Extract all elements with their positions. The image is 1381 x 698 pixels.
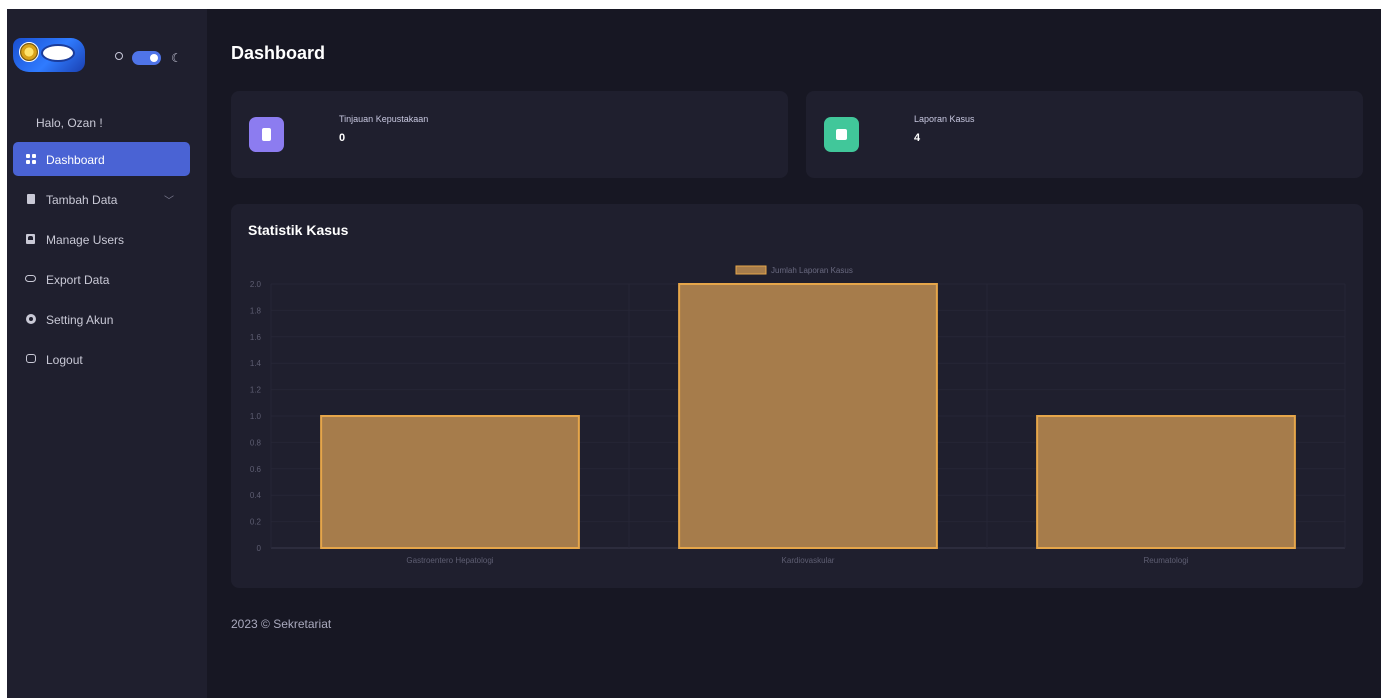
- stat-card-tinjauan-kepustakaan: Tinjauan Kepustakaan 0: [231, 91, 788, 178]
- sidebar-item-setting-akun[interactable]: Setting Akun: [13, 302, 190, 336]
- app-window: ☾ Halo, Ozan ! Dashboard Tambah Data ﹀ M…: [7, 9, 1381, 698]
- y-tick-label: 0.8: [250, 438, 262, 447]
- stat-value: 4: [914, 132, 921, 144]
- y-tick-label: 1.4: [250, 359, 262, 368]
- theme-switch[interactable]: [132, 51, 161, 65]
- y-tick-label: 2.0: [250, 280, 262, 289]
- sidebar: ☾ Halo, Ozan ! Dashboard Tambah Data ﹀ M…: [7, 9, 207, 698]
- dashboard-icon: [25, 153, 36, 164]
- sidebar-item-export-data[interactable]: Export Data: [13, 262, 190, 296]
- y-tick-label: 0: [257, 544, 262, 553]
- sidebar-item-label: Export Data: [46, 273, 110, 287]
- x-tick-label: Kardiovaskular: [782, 556, 835, 565]
- sidebar-item-dashboard[interactable]: Dashboard: [13, 142, 190, 176]
- y-tick-label: 1.8: [250, 306, 262, 315]
- y-tick-label: 1.6: [250, 333, 262, 342]
- sidebar-item-label: Manage Users: [46, 233, 125, 247]
- sidebar-item-manage-users[interactable]: Manage Users: [13, 222, 190, 256]
- y-tick-label: 1.0: [250, 412, 262, 421]
- logo-seal-icon: [19, 42, 39, 62]
- sidebar-item-label: Tambah Data: [46, 193, 118, 207]
- y-tick-label: 0.4: [250, 491, 262, 500]
- footer-text: 2023 © Sekretariat: [231, 617, 332, 631]
- y-tick-label: 0.2: [250, 518, 262, 527]
- chart-card: Statistik Kasus 0 0.2 0.4 0.6 0.8 1.0 1.2 1.4 1.…: [231, 204, 1363, 588]
- chart-bar-icon: [824, 117, 859, 152]
- sun-icon: [115, 52, 123, 60]
- legend-label: Jumlah Laporan Kasus: [771, 266, 853, 275]
- y-tick-label: 0.6: [250, 465, 262, 474]
- y-tick-label: 1.2: [250, 386, 262, 395]
- stat-card-laporan-kasus: Laporan Kasus 4: [806, 91, 1363, 178]
- page-title: Dashboard: [231, 43, 326, 63]
- stat-label: Laporan Kasus: [914, 114, 975, 124]
- moon-icon: ☾: [171, 51, 182, 65]
- file-icon: [25, 193, 36, 204]
- stat-value: 0: [339, 132, 346, 144]
- sidebar-item-label: Setting Akun: [46, 313, 114, 327]
- user-icon: [25, 233, 36, 244]
- sidebar-item-label: Dashboard: [46, 153, 105, 167]
- legend-swatch: [735, 265, 767, 275]
- stat-label: Tinjauan Kepustakaan: [339, 114, 429, 124]
- chart-bar: [320, 415, 580, 549]
- greeting: Halo, Ozan !: [36, 116, 103, 130]
- sidebar-item-tambah-data[interactable]: Tambah Data ﹀: [13, 182, 190, 216]
- sidebar-nav: Dashboard Tambah Data ﹀ Manage Users Exp…: [13, 142, 190, 382]
- chevron-down-icon[interactable]: ﹀: [164, 192, 174, 207]
- x-tick-label: Reumatologi: [1144, 556, 1189, 565]
- bar-chart: 0 0.2 0.4 0.6 0.8 1.0 1.2 1.4 1.6 1.8 2.0 Gastroent…: [250, 265, 1346, 565]
- bookmark-icon: [249, 117, 284, 152]
- sidebar-item-logout[interactable]: Logout: [13, 342, 190, 376]
- logo-mark-icon: [41, 44, 75, 62]
- switch-knob: [150, 54, 158, 62]
- cloud-icon: [25, 273, 36, 284]
- chart-bar: [678, 283, 938, 549]
- logo[interactable]: [13, 38, 85, 72]
- chart-bar: [1036, 415, 1296, 549]
- gear-icon: [25, 313, 36, 324]
- x-tick-label: Gastroentero Hepatologi: [406, 556, 493, 565]
- logout-icon: [25, 353, 36, 364]
- sidebar-item-label: Logout: [46, 353, 83, 367]
